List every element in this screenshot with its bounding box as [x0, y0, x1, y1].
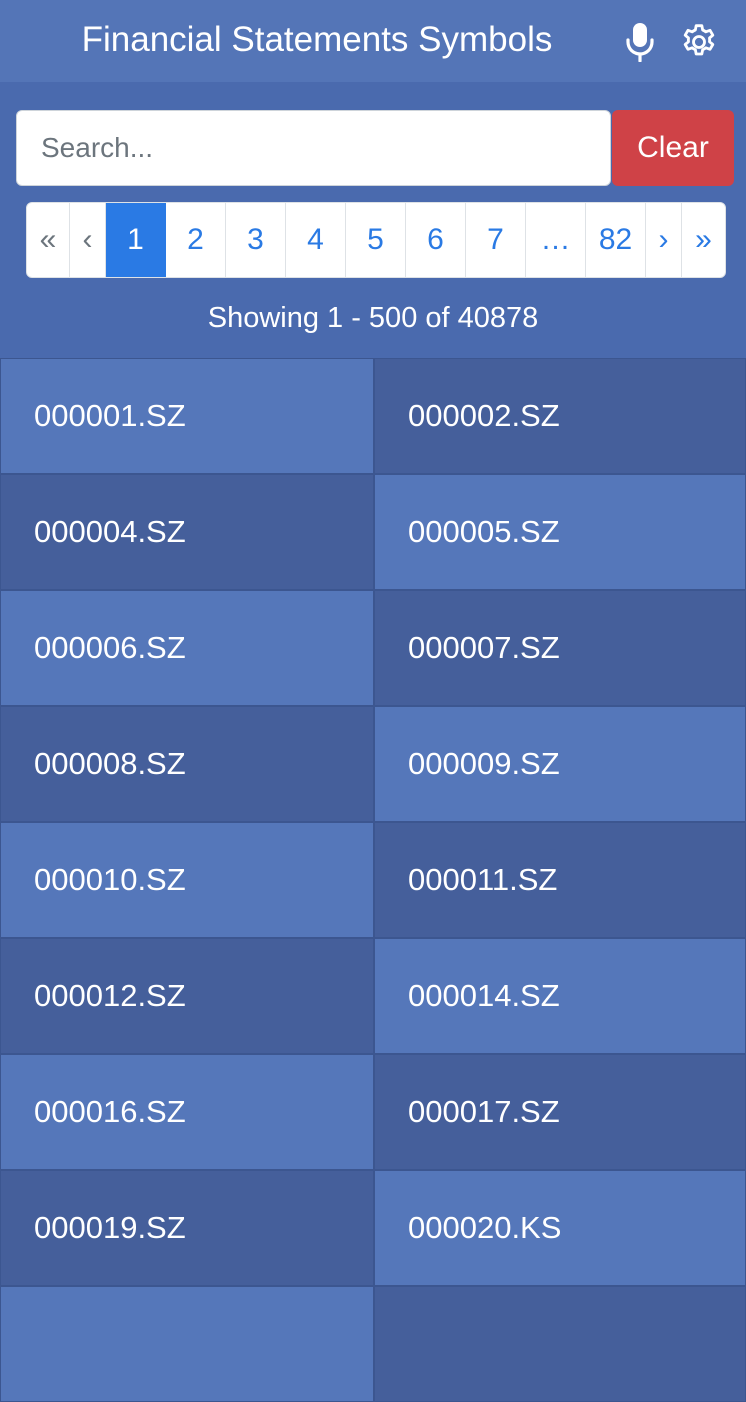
page-5-button[interactable]: 5 [346, 203, 406, 277]
page-2-button[interactable]: 2 [166, 203, 226, 277]
results-count: Showing 1 - 500 of 40878 [207, 302, 539, 334]
symbol-item[interactable]: 000020.KS [374, 1170, 746, 1286]
symbol-item[interactable]: 000001.SZ [0, 358, 374, 474]
page-1-button[interactable]: 1 [106, 203, 166, 277]
pagination-ellipsis: … [526, 203, 586, 277]
symbol-item[interactable]: 000006.SZ [0, 590, 374, 706]
pagination: « ‹ 1 2 3 4 5 6 7 … 82 › » [26, 202, 726, 278]
page-7-button[interactable]: 7 [466, 203, 526, 277]
symbol-item[interactable] [0, 1286, 374, 1402]
microphone-icon[interactable] [618, 20, 662, 64]
search-input[interactable] [16, 110, 611, 186]
symbol-item[interactable]: 000012.SZ [0, 938, 374, 1054]
symbol-item[interactable]: 000016.SZ [0, 1054, 374, 1170]
symbol-item[interactable]: 000010.SZ [0, 822, 374, 938]
symbol-item[interactable]: 000008.SZ [0, 706, 374, 822]
symbol-item[interactable]: 000017.SZ [374, 1054, 746, 1170]
clear-button[interactable]: Clear [612, 110, 734, 186]
symbol-item[interactable]: 000007.SZ [374, 590, 746, 706]
symbol-item[interactable]: 000019.SZ [0, 1170, 374, 1286]
first-page-button[interactable]: « [27, 203, 70, 277]
symbol-grid: 000001.SZ 000002.SZ 000004.SZ 000005.SZ … [0, 358, 746, 1402]
symbol-item[interactable]: 000014.SZ [374, 938, 746, 1054]
page-4-button[interactable]: 4 [286, 203, 346, 277]
page-82-button[interactable]: 82 [586, 203, 646, 277]
page-6-button[interactable]: 6 [406, 203, 466, 277]
symbol-item[interactable]: 000005.SZ [374, 474, 746, 590]
previous-page-button[interactable]: ‹ [70, 203, 106, 277]
symbol-item[interactable]: 000004.SZ [0, 474, 374, 590]
top-bar: Financial Statements Symbols [0, 0, 746, 82]
symbol-item[interactable]: 000009.SZ [374, 706, 746, 822]
gear-icon[interactable] [677, 20, 721, 64]
page-3-button[interactable]: 3 [226, 203, 286, 277]
symbol-item[interactable]: 000002.SZ [374, 358, 746, 474]
page-title: Financial Statements Symbols [81, 20, 553, 59]
last-page-button[interactable]: » [682, 203, 725, 277]
symbol-item[interactable]: 000011.SZ [374, 822, 746, 938]
next-page-button[interactable]: › [646, 203, 682, 277]
symbol-item[interactable] [374, 1286, 746, 1402]
